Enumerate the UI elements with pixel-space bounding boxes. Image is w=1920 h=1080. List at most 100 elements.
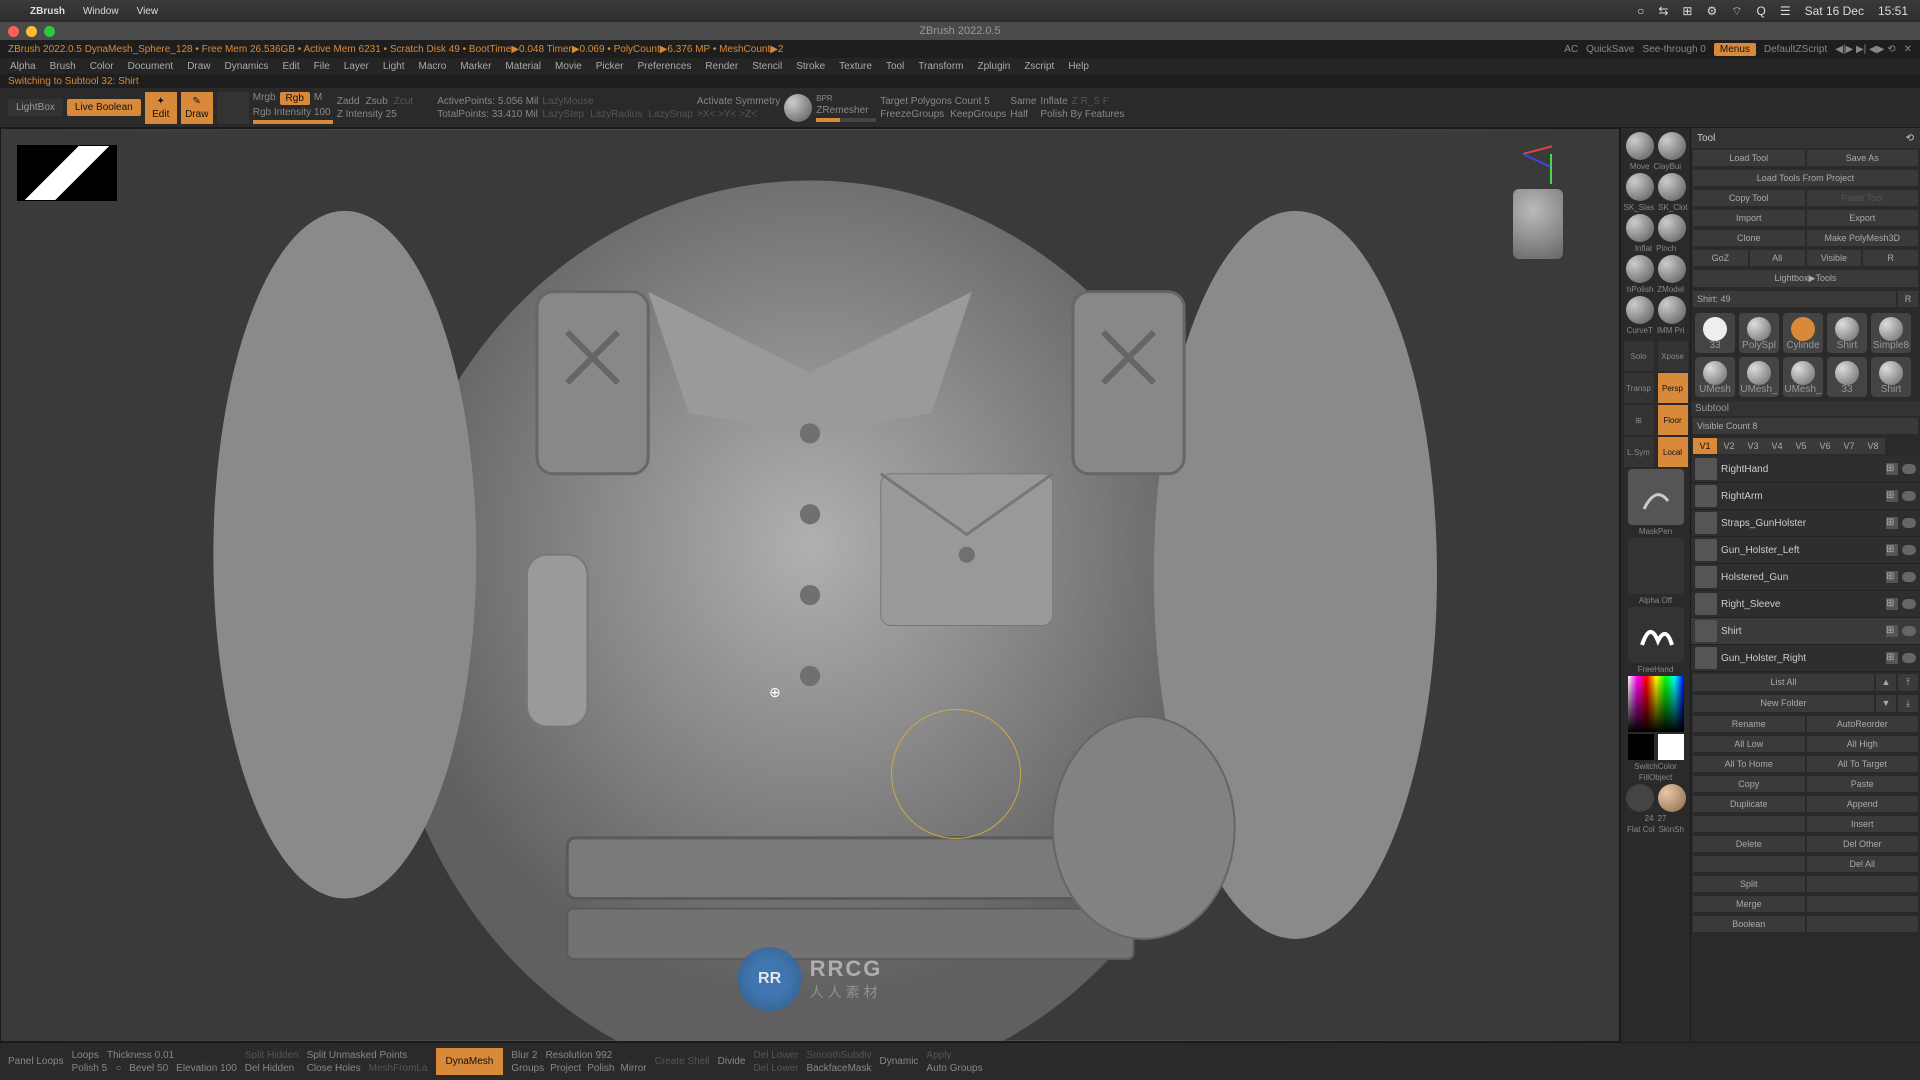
stroke-preview[interactable] [1628,607,1684,663]
menu-stroke[interactable]: Stroke [796,61,825,72]
rgb-intensity-slider[interactable]: Rgb Intensity 100 [253,107,333,118]
brush-curvet-icon[interactable] [1626,296,1654,324]
menu-preferences[interactable]: Preferences [637,61,691,72]
del-hidden-button[interactable]: Del Hidden [245,1063,299,1074]
menu-marker[interactable]: Marker [460,61,491,72]
symmetry-axes[interactable]: >X< >Y< >Z< [697,109,780,120]
meshfromla-button[interactable]: MeshFromLa [369,1063,428,1074]
seethrough-slider[interactable]: See-through 0 [1642,44,1705,55]
half-button[interactable]: Half [1010,109,1036,120]
menu-stencil[interactable]: Stencil [752,61,782,72]
tool-icon[interactable]: PolySpl [1739,313,1779,353]
minimize-icon[interactable] [26,26,37,37]
lazystep-button[interactable]: LazyStep [542,109,584,120]
brush-zmodeler-icon[interactable] [1658,255,1686,283]
visibility-eye-icon[interactable] [1902,491,1916,501]
vtab-v5[interactable]: V5 [1789,438,1813,454]
project-button[interactable]: Project [550,1063,581,1074]
all-to-home-button[interactable]: All To Home [1693,756,1805,772]
save-as-button[interactable]: Save As [1807,150,1919,166]
paste-tool-button[interactable]: Paste Tool [1807,190,1919,206]
xpose-button[interactable]: Xpose [1658,341,1688,371]
tool-icon[interactable]: UMesh_ [1739,357,1779,397]
menu-texture[interactable]: Texture [839,61,872,72]
dynamesh-button[interactable]: DynaMesh [436,1048,504,1075]
lightbox-tools-button[interactable]: Lightbox▶Tools [1693,270,1918,287]
same-button[interactable]: Same [1010,96,1036,107]
switchcolor-button[interactable]: SwitchColor [1634,762,1677,771]
visibility-eye-icon[interactable] [1902,572,1916,582]
duplicate-button[interactable]: Duplicate [1693,796,1805,812]
menu-render[interactable]: Render [705,61,738,72]
status-icon[interactable]: ○ [1637,4,1644,18]
bottom-arrow-icon[interactable]: ⤓ [1898,695,1918,712]
empty-button[interactable] [1807,896,1919,912]
copy-button[interactable]: Copy [1693,776,1805,792]
vtab-v2[interactable]: V2 [1717,438,1741,454]
menubar-time[interactable]: 15:51 [1878,4,1908,18]
subtool-item[interactable]: RightHand⊞ [1691,456,1920,483]
del-lower2-button[interactable]: Del Lower [753,1063,798,1074]
menu-dynamics[interactable]: Dynamics [225,61,269,72]
solo-button[interactable]: Solo [1624,341,1654,371]
dynamic-button[interactable]: Dynamic [880,1056,919,1067]
up-arrow-icon[interactable]: ▲ [1876,674,1896,691]
vtab-v3[interactable]: V3 [1741,438,1765,454]
lsym-button[interactable]: L.Sym [1624,437,1654,467]
keep-groups-button[interactable]: KeepGroups [950,109,1006,120]
bevel-slider[interactable]: Bevel 50 [129,1063,168,1074]
empty-button[interactable] [1807,876,1919,892]
tool-icon[interactable]: Cylinde [1783,313,1823,353]
goz-visible-button[interactable]: Visible [1807,250,1862,266]
merge-button[interactable]: Merge [1693,896,1805,912]
menu-macro[interactable]: Macro [419,61,447,72]
split-unmasked-button[interactable]: Split Unmasked Points [307,1050,428,1061]
m-button[interactable]: M [314,92,322,105]
z-intensity-slider[interactable]: Z Intensity 25 [337,109,413,120]
vtab-v4[interactable]: V4 [1765,438,1789,454]
tool-icon[interactable]: UMesh_ [1783,357,1823,397]
vtab-v7[interactable]: V7 [1837,438,1861,454]
subtool-item[interactable]: Shirt⊞ [1691,618,1920,645]
visibility-eye-icon[interactable] [1902,545,1916,555]
menu-draw[interactable]: Draw [187,61,210,72]
menubar-date[interactable]: Sat 16 Dec [1805,4,1864,18]
zoom-icon[interactable] [44,26,55,37]
copy-tool-button[interactable]: Copy Tool [1693,190,1805,206]
default-zscript[interactable]: DefaultZScript [1764,44,1827,55]
alpha-preview[interactable] [1628,538,1684,594]
polish-by-features-button[interactable]: Polish By Features [1040,109,1124,120]
empty-button[interactable] [1693,856,1805,872]
fillobject-button[interactable]: FillObject [1639,773,1672,782]
status-icon[interactable]: ⚙ [1706,4,1717,18]
clone-button[interactable]: Clone [1693,230,1805,246]
app-name[interactable]: ZBrush [30,6,65,17]
append-button[interactable]: Append [1807,796,1919,812]
search-icon[interactable]: Q [1756,4,1765,18]
new-folder-button[interactable]: New Folder [1693,695,1874,712]
main-color-swatch[interactable] [1628,734,1654,760]
loops-slider[interactable]: Loops [72,1050,99,1061]
goz-all-button[interactable]: All [1750,250,1805,266]
brush-immpr-icon[interactable] [1658,296,1686,324]
groups-button[interactable]: Groups [511,1063,544,1074]
load-tool-button[interactable]: Load Tool [1693,150,1805,166]
tool-icon[interactable]: Simple8 [1871,313,1911,353]
split-button[interactable]: Split [1693,876,1805,892]
thickness-slider[interactable]: Thickness 0.01 [107,1050,174,1061]
tool-icon[interactable]: Shirt [1827,313,1867,353]
subtool-item[interactable]: RightArm⊞ [1691,483,1920,510]
blur-slider[interactable]: Blur 2 [511,1050,537,1061]
menus-button[interactable]: Menus [1714,43,1756,56]
menu-window[interactable]: Window [83,6,119,17]
visibility-eye-icon[interactable] [1902,464,1916,474]
material-flatcol-icon[interactable] [1626,784,1654,812]
all-to-target-button[interactable]: All To Target [1807,756,1919,772]
zadd-button[interactable]: Zadd [337,96,360,107]
apply-button[interactable]: Apply [926,1050,982,1061]
paste-button[interactable]: Paste [1807,776,1919,792]
transp-button[interactable]: Transp [1624,373,1654,403]
secondary-color-swatch[interactable] [1658,734,1684,760]
goz-r-button[interactable]: R [1863,250,1918,266]
viewport-thumbnail[interactable] [17,145,117,201]
